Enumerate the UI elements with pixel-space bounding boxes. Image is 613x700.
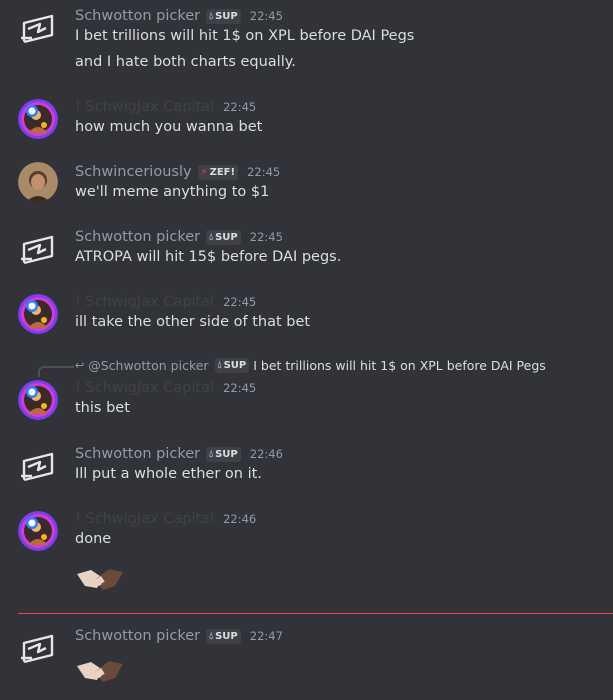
- role-tag: 💧︎ SUP: [206, 229, 241, 245]
- message-text: done: [75, 531, 112, 547]
- avatar[interactable]: [18, 162, 58, 202]
- message-header: ! SchwigJax Capital 22:45: [75, 292, 256, 312]
- droplet-icon: 💧︎: [217, 359, 222, 371]
- role-tag: ⚡︎ ZEF!: [197, 164, 239, 180]
- avatar[interactable]: [18, 446, 58, 486]
- message-header: Schwotton picker 💧︎ SUP 22:45: [75, 6, 283, 26]
- author-name[interactable]: Schwotton picker: [75, 8, 200, 24]
- logo-avatar-icon: [18, 446, 58, 486]
- author-name[interactable]: Schwotton picker: [75, 229, 200, 245]
- lightning-icon: ⚡︎: [200, 166, 208, 178]
- author-name[interactable]: ! SchwigJax Capital: [75, 380, 214, 396]
- author-name[interactable]: ! SchwigJax Capital: [75, 294, 214, 310]
- timestamp: 22:45: [223, 100, 257, 114]
- timestamp: 22:45: [223, 295, 257, 309]
- author-name[interactable]: ! SchwigJax Capital: [75, 99, 214, 115]
- handshake-icon: [75, 564, 125, 594]
- avatar[interactable]: [18, 628, 58, 668]
- message-header: Schwotton picker 💧︎ SUP 22:47: [75, 626, 283, 646]
- avatar[interactable]: [18, 380, 58, 420]
- reply-icon: ↩︎: [75, 358, 85, 372]
- handshake-icon: [75, 656, 125, 686]
- logo-avatar-icon: [18, 229, 58, 269]
- message-header: ! SchwigJax Capital 22:45: [75, 97, 256, 117]
- avatar[interactable]: [18, 229, 58, 269]
- message-header: ! SchwigJax Capital 22:45: [75, 378, 256, 398]
- droplet-icon: 💧︎: [209, 448, 214, 460]
- avatar[interactable]: [18, 99, 58, 139]
- reply-text: I bet trillions will hit 1$ on XPL befor…: [253, 357, 546, 373]
- schwigjax-avatar-icon: [18, 380, 58, 420]
- logo-avatar-icon: [18, 8, 58, 48]
- message-text: this bet: [75, 400, 130, 416]
- author-name[interactable]: Schwotton picker: [75, 446, 200, 462]
- reply-preview[interactable]: ↩︎ @Schwotton picker 💧︎ SUP I bet trillio…: [75, 355, 546, 375]
- author-name[interactable]: Schwotton picker: [75, 628, 200, 644]
- role-tag: 💧︎ SUP: [206, 8, 241, 24]
- timestamp: 22:47: [249, 629, 283, 643]
- reply-author[interactable]: @Schwotton picker: [88, 358, 208, 373]
- message-header: ! SchwigJax Capital 22:46: [75, 509, 256, 529]
- message-text: and I hate both charts equally.: [75, 54, 296, 70]
- timestamp: 22:45: [249, 9, 283, 23]
- timestamp: 22:45: [249, 230, 283, 244]
- reply-spine: [38, 366, 74, 377]
- schwinceriously-avatar-icon: [18, 162, 58, 202]
- droplet-icon: 💧︎: [209, 630, 214, 642]
- schwigjax-avatar-icon: [18, 511, 58, 551]
- role-tag: 💧︎ SUP: [214, 357, 250, 373]
- message-header: Schwotton picker 💧︎ SUP 22:46: [75, 444, 283, 464]
- message-text: we'll meme anything to $1: [75, 184, 270, 200]
- droplet-icon: 💧︎: [209, 10, 214, 22]
- author-name[interactable]: Schwinceriously: [75, 164, 192, 180]
- schwigjax-avatar-icon: [18, 294, 58, 334]
- handshake-emoji[interactable]: [75, 656, 125, 686]
- role-tag: 💧︎ SUP: [206, 446, 241, 462]
- message-text: how much you wanna bet: [75, 119, 263, 135]
- message-header: Schwotton picker 💧︎ SUP 22:45: [75, 227, 283, 247]
- message-header: Schwinceriously ⚡︎ ZEF! 22:45: [75, 162, 280, 182]
- timestamp: 22:45: [247, 165, 281, 179]
- message-text: I bet trillions will hit 1$ on XPL befor…: [75, 28, 415, 44]
- timestamp: 22:46: [223, 512, 257, 526]
- role-tag: 💧︎ SUP: [206, 628, 241, 644]
- message-text: ATROPA will hit 15$ before DAI pegs.: [75, 249, 342, 265]
- droplet-icon: 💧︎: [209, 231, 214, 243]
- avatar[interactable]: [18, 8, 58, 48]
- message-text: Ill put a whole ether on it.: [75, 466, 262, 482]
- author-name[interactable]: ! SchwigJax Capital: [75, 511, 214, 527]
- schwigjax-avatar-icon: [18, 99, 58, 139]
- avatar[interactable]: [18, 294, 58, 334]
- avatar[interactable]: [18, 511, 58, 551]
- timestamp: 22:45: [223, 381, 257, 395]
- message-text: ill take the other side of that bet: [75, 314, 311, 330]
- logo-avatar-icon: [18, 628, 58, 668]
- timestamp: 22:46: [249, 447, 283, 461]
- handshake-emoji[interactable]: [75, 564, 125, 594]
- new-messages-divider: [18, 613, 613, 614]
